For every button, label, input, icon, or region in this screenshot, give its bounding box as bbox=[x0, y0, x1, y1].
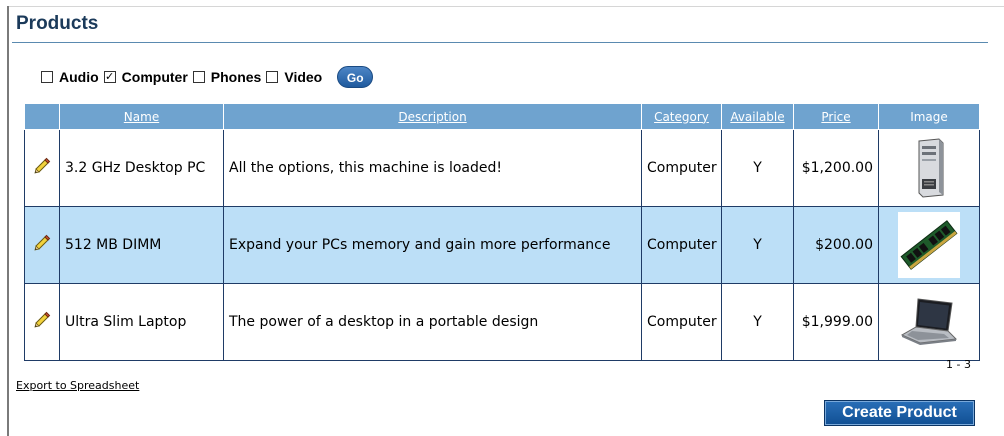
product-price: $1,200.00 bbox=[793, 129, 879, 207]
filter-phones-checkbox[interactable] bbox=[192, 71, 205, 83]
pencil-edit-icon[interactable] bbox=[33, 311, 51, 329]
product-name: 512 MB DIMM bbox=[59, 206, 224, 284]
export-to-spreadsheet-link[interactable]: Export to Spreadsheet bbox=[16, 379, 139, 392]
desktop-tower-icon bbox=[898, 135, 960, 201]
filter-phones-label: Phones bbox=[210, 69, 262, 85]
product-description: The power of a desktop in a portable des… bbox=[223, 283, 642, 361]
title-divider bbox=[12, 42, 988, 43]
product-price: $1,999.00 bbox=[793, 283, 879, 361]
product-description: Expand your PCs memory and gain more per… bbox=[223, 206, 642, 284]
product-description: All the options, this machine is loaded! bbox=[223, 129, 642, 207]
products-table: Name Description Category Available Pric… bbox=[24, 103, 980, 361]
pagination-range: 1 - 3 bbox=[946, 358, 971, 371]
product-available: Y bbox=[721, 283, 794, 361]
description-column-header[interactable]: Description bbox=[223, 103, 642, 130]
pencil-edit-icon[interactable] bbox=[33, 234, 51, 252]
filter-computer-checkbox[interactable]: ✓ bbox=[103, 71, 116, 83]
image-column-header: Image bbox=[878, 103, 980, 130]
product-image-cell bbox=[878, 283, 980, 361]
table-header-row: Name Description Category Available Pric… bbox=[24, 103, 980, 130]
product-image-cell bbox=[878, 129, 980, 207]
edit-cell[interactable] bbox=[24, 206, 60, 284]
product-name: Ultra Slim Laptop bbox=[59, 283, 224, 361]
page-left-border bbox=[7, 6, 9, 436]
product-available: Y bbox=[721, 129, 794, 207]
product-image-cell bbox=[878, 206, 980, 284]
product-category: Computer bbox=[641, 129, 722, 207]
name-column-header[interactable]: Name bbox=[59, 103, 224, 130]
product-price: $200.00 bbox=[793, 206, 879, 284]
price-column-header[interactable]: Price bbox=[793, 103, 879, 130]
category-filter-bar: Audio ✓ Computer Phones Video Go bbox=[41, 66, 374, 88]
page-top-border bbox=[9, 6, 1004, 7]
filter-phones[interactable]: Phones bbox=[192, 69, 262, 85]
filter-audio[interactable]: Audio bbox=[41, 69, 99, 85]
table-row: 3.2 GHz Desktop PC All the options, this… bbox=[24, 129, 980, 207]
category-column-header[interactable]: Category bbox=[641, 103, 722, 130]
filter-video[interactable]: Video bbox=[266, 69, 322, 85]
edit-cell[interactable] bbox=[24, 129, 60, 207]
table-row: 512 MB DIMM Expand your PCs memory and g… bbox=[24, 206, 980, 284]
filter-computer-label: Computer bbox=[121, 69, 188, 85]
filter-computer[interactable]: ✓ Computer bbox=[103, 69, 188, 85]
filter-audio-checkbox[interactable] bbox=[41, 71, 53, 83]
filter-video-label: Video bbox=[284, 69, 323, 85]
product-category: Computer bbox=[641, 283, 722, 361]
page-title: Products bbox=[16, 13, 99, 34]
product-available: Y bbox=[721, 206, 794, 284]
product-category: Computer bbox=[641, 206, 722, 284]
product-name: 3.2 GHz Desktop PC bbox=[59, 129, 224, 207]
filter-audio-label: Audio bbox=[59, 69, 99, 85]
edit-cell[interactable] bbox=[24, 283, 60, 361]
edit-column-header bbox=[24, 103, 60, 130]
create-product-button[interactable]: Create Product bbox=[824, 400, 975, 426]
available-column-header[interactable]: Available bbox=[721, 103, 794, 130]
memory-module-icon bbox=[898, 212, 960, 278]
pencil-edit-icon[interactable] bbox=[33, 157, 51, 175]
go-button[interactable]: Go bbox=[337, 66, 374, 88]
table-row: Ultra Slim Laptop The power of a desktop… bbox=[24, 283, 980, 361]
laptop-icon bbox=[898, 289, 960, 355]
filter-video-checkbox[interactable] bbox=[266, 71, 279, 83]
